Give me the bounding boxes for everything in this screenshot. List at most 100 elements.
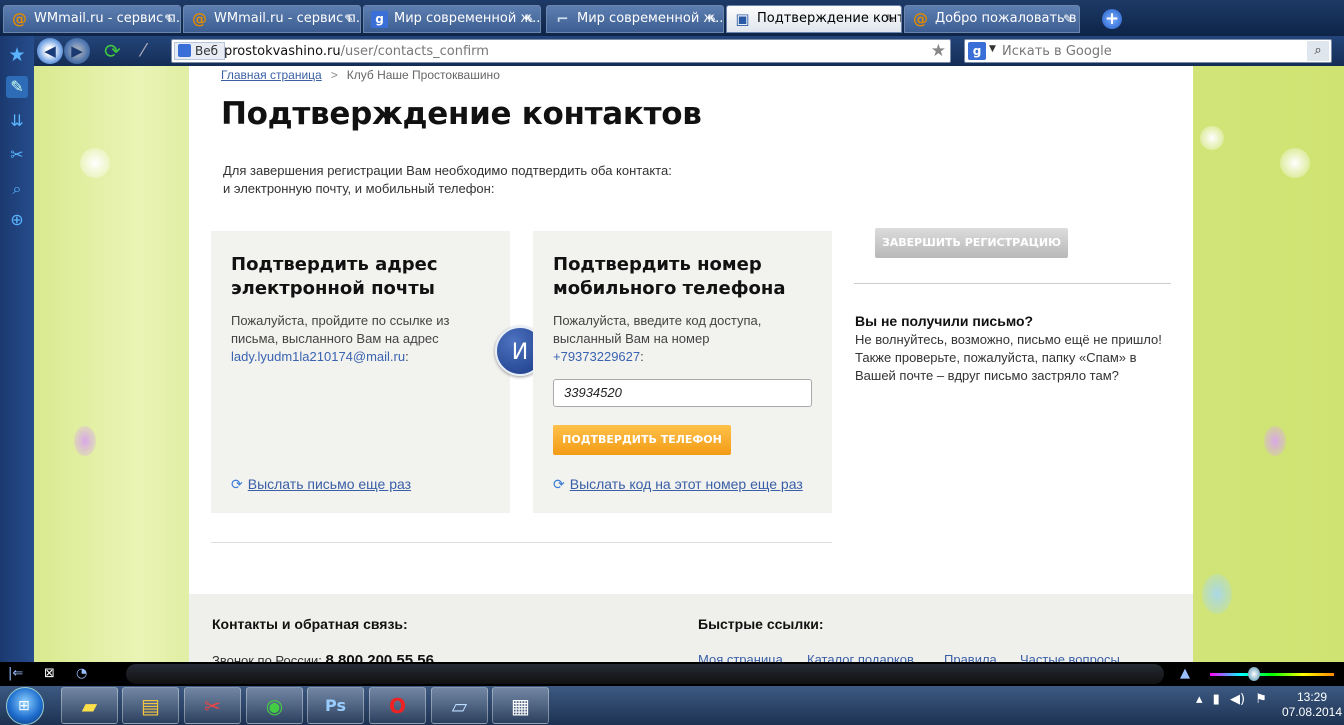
resend-code-link[interactable]: ⟳ Выслать код на этот номер еще раз: [553, 476, 803, 493]
status-message-area: [126, 664, 1164, 684]
page-footer: Контакты и обратная связь: Звонок по Рос…: [189, 594, 1193, 662]
phone-number: +79373229627: [553, 349, 641, 364]
breadcrumb-home-link[interactable]: Главная страница: [221, 68, 322, 82]
chrome-taskbar-icon[interactable]: ◉: [246, 687, 303, 724]
close-tab-icon[interactable]: ✎: [164, 6, 174, 32]
butterfly-decoration: [1202, 574, 1232, 614]
footer-link[interactable]: Частые вопросы: [1020, 652, 1120, 662]
favorites-star-icon[interactable]: ★: [6, 44, 28, 66]
browser-status-bar: |⇐ ⊠ ◔ ▲: [0, 662, 1344, 686]
site-icon: ▣: [735, 10, 750, 28]
volume-icon[interactable]: ◀): [1230, 692, 1245, 707]
popup-blocker-icon[interactable]: ⊠: [44, 665, 55, 683]
url-text[interactable]: prostokvashino.ru/user/contacts_confirm: [224, 43, 489, 61]
google-icon: g: [968, 42, 986, 60]
snipping-tool-taskbar-icon[interactable]: ✂: [184, 687, 241, 724]
browser-tab[interactable]: g Мир современной ж... ✎: [363, 5, 541, 33]
clips-icon[interactable]: ✂: [6, 144, 28, 166]
at-icon: @: [913, 10, 928, 28]
breadcrumb: Главная страница > Клуб Наше Простоквашино: [221, 68, 500, 82]
system-tray: ▴ ▮ ◀) ⚑: [1196, 692, 1267, 707]
refresh-icon: ⟳: [553, 476, 565, 492]
tray-arrow-icon[interactable]: ▴: [1196, 692, 1203, 707]
footer-link[interactable]: Моя страница: [698, 652, 783, 662]
back-button[interactable]: ◀: [37, 38, 63, 64]
email-address: lady.lyudm1la210174@mail.ru: [231, 349, 406, 364]
shoe-icon: ⌐: [556, 10, 569, 28]
g-icon: g: [371, 11, 388, 28]
browser-tab-active[interactable]: ▣ Подтверждение конт... ✎: [726, 5, 902, 33]
explorer-taskbar-icon[interactable]: ▤: [122, 687, 179, 724]
clock-time: 13:29: [1296, 690, 1328, 704]
divider: [854, 283, 1171, 284]
globe-icon: [178, 44, 191, 57]
opera-taskbar-icon[interactable]: O: [369, 687, 426, 724]
close-tab-icon[interactable]: ✎: [707, 6, 717, 32]
help-text: Не волнуйтесь, возможно, письмо ещё не п…: [855, 332, 1162, 383]
divider: [211, 542, 832, 543]
close-tab-icon[interactable]: ✎: [524, 6, 534, 32]
address-bar[interactable]: Веб prostokvashino.ru/user/contacts_conf…: [171, 39, 951, 63]
email-card-text: Пожалуйста, пройдите по ссылке из письма…: [231, 313, 450, 364]
search-input[interactable]: Искать в Google: [1002, 43, 1112, 60]
close-tab-icon[interactable]: ✎: [885, 6, 895, 32]
clock[interactable]: 13:29 07.08.2014: [1280, 690, 1344, 720]
browser-tab[interactable]: @ WMmail.ru - сервис п... ✎: [183, 5, 361, 33]
footer-link[interactable]: Правила: [944, 652, 997, 662]
dandelion-decoration: [1200, 126, 1224, 150]
bookmark-star-icon[interactable]: ★: [931, 41, 946, 61]
wand-icon[interactable]: ⁄: [142, 40, 145, 62]
help-text-block: Вы не получили письмо? Не волнуйтесь, во…: [855, 312, 1175, 385]
flower-decoration: [74, 426, 96, 456]
email-confirm-card: Подтвердить адрес электронной почты Пожал…: [211, 231, 510, 513]
photoshop-taskbar-icon[interactable]: Ps: [307, 687, 364, 724]
notepad-taskbar-icon[interactable]: ▱: [431, 687, 488, 724]
confirm-phone-button[interactable]: ПОДТВЕРДИТЬ ТЕЛЕФОН: [553, 425, 731, 455]
content-panel: Главная страница > Клуб Наше Простоквашино…: [189, 66, 1193, 662]
browser-sidebar: ★ ✎ ⇊ ✂ ⌕ ⊕: [0, 36, 34, 662]
refresh-icon: ⟳: [231, 476, 243, 492]
footer-link[interactable]: Каталог подарков: [807, 652, 914, 662]
network-icon[interactable]: ▮: [1213, 692, 1220, 707]
search-panel-icon[interactable]: ⌕: [6, 178, 28, 200]
browser-toolbar: ◀ ▶ ⟳ ⁄ Веб prostokvashino.ru/user/conta…: [0, 36, 1344, 66]
add-panel-icon[interactable]: ⊕: [6, 209, 28, 231]
breadcrumb-current: Клуб Наше Простоквашино: [346, 68, 500, 82]
search-engine-dropdown-icon[interactable]: ▼: [989, 44, 996, 54]
downloads-icon[interactable]: ⇊: [6, 110, 28, 132]
notes-icon[interactable]: ✎: [6, 76, 28, 98]
zoom-slider-knob[interactable]: [1248, 667, 1260, 681]
forward-button[interactable]: ▶: [64, 38, 90, 64]
finish-registration-button[interactable]: ЗАВЕРШИТЬ РЕГИСТРАЦИЮ: [875, 228, 1068, 258]
search-icon[interactable]: ⌕: [1307, 41, 1329, 61]
start-button[interactable]: ⊞: [6, 687, 44, 725]
phone-card-text: Пожалуйста, введите код доступа, высланн…: [553, 313, 762, 364]
footer-contacts-title: Контакты и обратная связь:: [212, 616, 408, 632]
web-page: Главная страница > Клуб Наше Простоквашино…: [34, 66, 1344, 662]
footer-phone: Звонок по России: 8 800 200 55 56: [212, 652, 434, 662]
clock-icon[interactable]: ◔: [76, 665, 87, 683]
search-box[interactable]: g ▼ Искать в Google ⌕: [964, 39, 1332, 63]
page-title: Подтверждение контактов: [221, 96, 702, 132]
flower-decoration: [1264, 426, 1286, 456]
intro-text: Для завершения регистрации Вам необходим…: [223, 163, 672, 196]
access-code-input[interactable]: 33934520: [553, 379, 812, 407]
turbo-icon[interactable]: ▲: [1180, 665, 1190, 683]
desktop-gadget-taskbar-icon[interactable]: ▰: [61, 687, 118, 724]
close-tab-icon[interactable]: ✎: [344, 6, 354, 32]
resend-email-link[interactable]: ⟳ Выслать письмо еще раз: [231, 476, 411, 493]
browser-tab[interactable]: @ WMmail.ru - сервис п... ✎: [3, 5, 181, 33]
zoom-slider[interactable]: [1210, 673, 1334, 676]
wordpad-taskbar-icon[interactable]: ▦: [492, 687, 549, 724]
collapse-sidebar-icon[interactable]: |⇐: [8, 665, 23, 683]
browser-tab[interactable]: @ Добро пожаловать в ... ✎: [904, 5, 1080, 33]
refresh-icon[interactable]: ⟳: [104, 40, 121, 62]
dandelion-decoration: [1280, 148, 1310, 178]
at-icon: @: [12, 10, 27, 28]
close-tab-icon[interactable]: ✎: [1063, 6, 1073, 32]
new-tab-button[interactable]: +: [1102, 9, 1122, 29]
windows-taskbar: ⊞ ▰ ▤ ✂ ◉ Ps O ▱ ▦ ▴ ▮ ◀) ⚑ 13:29 07.08.…: [0, 686, 1344, 725]
at-icon: @: [192, 10, 207, 28]
browser-tab[interactable]: ⌐ Мир современной ж... ✎: [546, 5, 724, 33]
flag-icon[interactable]: ⚑: [1255, 692, 1267, 707]
